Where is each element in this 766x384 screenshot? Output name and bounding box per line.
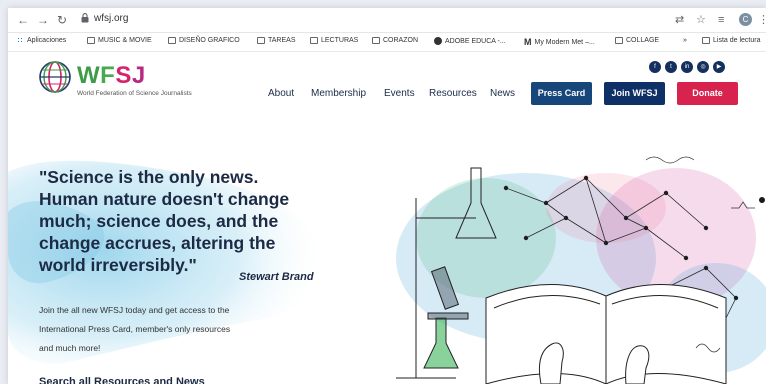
wfsj-logo[interactable]: WFSJ World Federation of Science Journal… [38,60,228,100]
bookmark-corazon[interactable]: CORAZON [372,37,418,44]
hero-lead-text: Join the all new WFSJ today and get acce… [39,305,231,353]
folder-icon [168,37,176,44]
back-icon[interactable]: ← [17,12,29,28]
youtube-icon[interactable]: ▶ [713,61,725,73]
forward-icon[interactable]: → [37,12,49,28]
menu-icon[interactable]: ⋮ [758,13,766,27]
star-icon[interactable]: ☆ [696,13,706,27]
bookmarks-bar: Aplicaciones MUSIC & MOVIE DISEÑO GRAFIC… [8,33,766,52]
hero-quote: "Science is the only news. Human nature … [39,167,290,275]
bookmark-lecturas[interactable]: LECTURAS [310,37,358,44]
folder-icon [310,37,318,44]
folder-icon [372,37,380,44]
browser-toolbar: ← → ↻ wfsj.org ⇄ ☆ ≡ C ⋮ [8,8,766,33]
globe-logo-icon [39,61,71,93]
wfsj-page: WFSJ World Federation of Science Journal… [8,52,766,384]
press-card-button[interactable]: Press Card [531,82,592,105]
quote-author: Stewart Brand [239,271,314,283]
media-icon[interactable]: ≡ [718,13,724,27]
nav-about[interactable]: About [268,88,294,99]
folder-icon [87,37,95,44]
bookmark-reading-list[interactable]: Lista de lectura [702,37,760,44]
bookmark-tareas[interactable]: TAREAS [257,37,296,44]
profile-avatar[interactable]: C [739,13,752,26]
reload-icon[interactable]: ↻ [57,12,67,28]
facebook-icon[interactable]: f [649,61,661,73]
bookmark-my-modern-met[interactable]: M My Modern Met –... [524,37,595,47]
logo-wordmark: WFSJ [77,62,146,89]
nav-events[interactable]: Events [384,88,415,99]
mymodernmet-icon: M [524,37,532,47]
lock-icon [81,13,89,23]
bookmark-music-movie[interactable]: MUSIC & MOVIE [87,37,152,44]
globe-icon [434,37,442,45]
bookmark-collage[interactable]: COLLAGE [615,37,659,44]
join-wfsj-button[interactable]: Join WFSJ [604,82,665,105]
instagram-icon[interactable]: ◎ [697,61,709,73]
twitter-icon[interactable]: t [665,61,677,73]
reading-list-icon [702,37,710,44]
science-book-illustration [396,156,766,384]
linkedin-icon[interactable]: in [681,61,693,73]
bookmark-aplicaciones[interactable]: Aplicaciones [17,37,66,44]
bookmark-adobe-educa[interactable]: ADOBE EDUCA -... [434,37,506,45]
bookmarks-overflow[interactable]: » [683,37,687,44]
url-input[interactable]: wfsj.org [94,13,128,24]
browser-window: ← → ↻ wfsj.org ⇄ ☆ ≡ C ⋮ Aplicaciones MU… [8,8,766,384]
logo-tagline: World Federation of Science Journalists [77,90,192,97]
nav-membership[interactable]: Membership [311,88,366,99]
bookmark-diseno-grafico[interactable]: DISEÑO GRAFICO [168,37,240,44]
apps-grid-icon [17,37,24,44]
translate-icon[interactable]: ⇄ [675,13,684,27]
nav-resources[interactable]: Resources [429,88,477,99]
folder-icon [257,37,265,44]
folder-icon [615,37,623,44]
donate-button[interactable]: Donate [677,82,738,105]
search-heading: Search all Resources and News [39,376,205,384]
nav-news[interactable]: News [490,88,515,99]
